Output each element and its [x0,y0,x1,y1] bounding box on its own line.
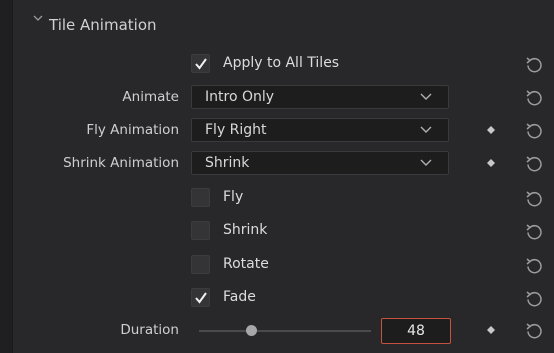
section-header-tile-animation[interactable]: Tile Animation [13,0,554,40]
shrink-animation-label: Shrink Animation [63,155,179,171]
fly-row: Fly [13,184,554,214]
fly-animation-row: Fly Animation Fly Right [13,116,554,146]
reset-icon[interactable] [524,321,544,341]
fly-animation-select[interactable]: Fly Right [191,118,449,142]
shrink-animation-select[interactable]: Shrink [191,151,449,175]
rotate-row: Rotate [13,251,554,281]
duration-label: Duration [120,322,179,338]
reset-icon[interactable] [524,189,544,209]
shrink-label: Shrink [223,222,268,238]
reset-icon[interactable] [524,154,544,174]
shrink-row: Shrink [13,217,554,247]
inspector-panel: Tile Animation Apply to All Tiles Animat… [12,0,554,353]
fly-checkbox[interactable] [191,188,210,207]
apply-all-row: Apply to All Tiles [13,50,554,80]
duration-row: Duration 48 [13,316,554,346]
animate-label: Animate [122,89,179,105]
shrink-animation-value: Shrink [205,155,250,171]
keyframe-diamond-icon[interactable] [487,126,495,134]
rotate-label: Rotate [223,256,269,272]
apply-all-label: Apply to All Tiles [223,55,340,71]
checkmark-icon [195,58,207,70]
fade-label: Fade [223,289,256,305]
reset-icon[interactable] [524,256,544,276]
keyframe-diamond-icon[interactable] [487,326,495,334]
fly-label: Fly [223,189,244,205]
reset-icon[interactable] [524,121,544,141]
rotate-checkbox[interactable] [191,255,210,274]
fade-row: Fade [13,284,554,314]
fly-animation-label: Fly Animation [86,122,179,138]
chevron-down-icon[interactable] [33,13,43,23]
reset-icon[interactable] [524,88,544,108]
reset-icon[interactable] [524,55,544,75]
checkmark-icon [195,292,207,304]
fly-animation-value: Fly Right [205,122,267,138]
reset-icon[interactable] [524,289,544,309]
chevron-down-icon [420,93,432,100]
duration-slider[interactable] [199,330,371,332]
keyframe-diamond-icon[interactable] [487,159,495,167]
chevron-down-icon [420,126,432,133]
duration-slider-handle[interactable] [246,325,257,336]
reset-icon[interactable] [524,222,544,242]
duration-input[interactable]: 48 [381,318,451,344]
fade-checkbox[interactable] [191,288,210,307]
animate-select[interactable]: Intro Only [191,85,449,109]
section-title: Tile Animation [49,16,157,34]
animate-row: Animate Intro Only [13,83,554,113]
chevron-down-icon [420,159,432,166]
shrink-animation-row: Shrink Animation Shrink [13,149,554,179]
animate-value: Intro Only [205,89,275,105]
shrink-checkbox[interactable] [191,221,210,240]
apply-all-checkbox[interactable] [191,54,210,73]
